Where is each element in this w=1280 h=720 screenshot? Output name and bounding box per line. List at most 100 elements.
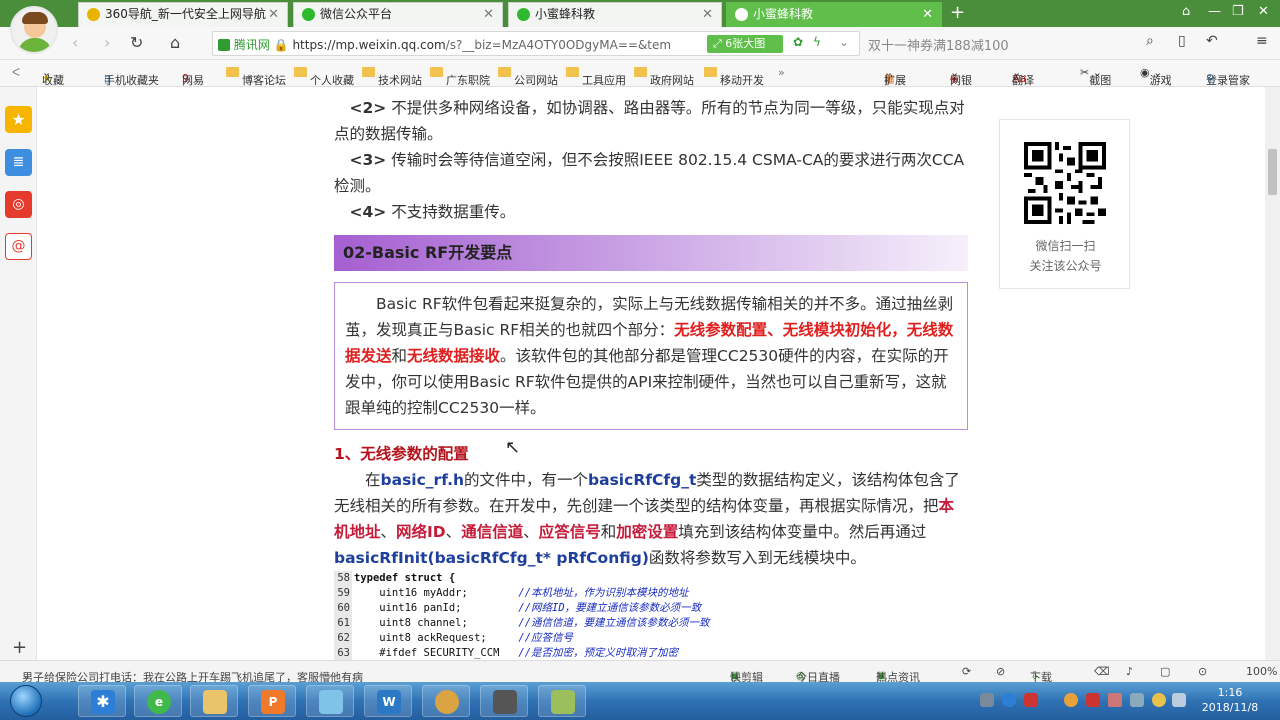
extensions-button[interactable]: ▦ 扩展 ⌄ <box>884 66 906 87</box>
close-icon[interactable]: ✕ <box>702 3 713 26</box>
security-icon[interactable] <box>1086 693 1100 707</box>
taskbar-app[interactable] <box>306 685 354 717</box>
tab-wechat-platform[interactable]: 微信公众平台 ✕ <box>293 2 503 27</box>
bookmark-company[interactable]: 公司网站 <box>498 66 558 87</box>
bookmark-personal[interactable]: 个人收藏 <box>294 66 354 87</box>
tab-xiaomifeng-active[interactable]: 小蜜蜂科教 ✕ <box>726 2 942 27</box>
taskbar-paint[interactable] <box>422 685 470 717</box>
volume-icon[interactable] <box>1172 693 1186 707</box>
presentation-icon: P <box>261 690 285 714</box>
mail-icon[interactable]: @ <box>5 233 32 260</box>
translate-button[interactable]: Aa 翻译 ⌄ <box>1012 66 1034 87</box>
paragraph-3: <3> 传输时会等待信道空闲，但不会按照IEEE 802.15.4 CSMA-C… <box>334 151 965 195</box>
home-icon[interactable]: ⌂ <box>170 33 180 52</box>
window-icon[interactable]: ▢ <box>1160 665 1170 678</box>
ie-icon: e <box>147 690 171 714</box>
tab-360-nav[interactable]: 360导航_新一代安全上网导航 ✕ <box>78 2 288 27</box>
code-line: 60 uint16 panId; //网络ID，要建立通信该参数必须一致 <box>334 601 768 616</box>
close-icon[interactable]: ✕ <box>268 3 279 26</box>
close-icon[interactable]: ✕ <box>483 3 494 26</box>
star-icon[interactable]: ★ <box>5 106 32 133</box>
bookmark-gov[interactable]: 政府网站 <box>634 66 694 87</box>
chrome-icon[interactable] <box>1064 693 1078 707</box>
mouse-cursor-icon: ↖ <box>505 437 521 458</box>
shirt-icon[interactable]: ⌂ <box>1182 4 1190 19</box>
big-image-button[interactable]: ⤢ 6张大图 <box>707 35 783 53</box>
scrollbar-thumb[interactable] <box>1268 149 1277 195</box>
news-icon[interactable]: ≣ <box>5 149 32 176</box>
wechat-icon <box>735 8 748 21</box>
forward-icon[interactable]: › <box>104 33 110 52</box>
code-block: 58 typedef struct { 59 uint16 myAddr; //本… <box>334 571 768 660</box>
menu-icon[interactable]: ≡ <box>1256 33 1268 49</box>
code-line: 59 uint16 myAddr; //本机地址，作为识别本模块的地址 <box>334 586 768 601</box>
bank-button[interactable]: ◈ 网银 ⌄ <box>950 66 972 87</box>
more-bookmarks-icon[interactable]: » <box>778 66 785 79</box>
taskbar-ie[interactable]: e <box>134 685 182 717</box>
lightning-icon[interactable]: ϟ <box>813 35 821 49</box>
minimize-icon[interactable]: — <box>1208 4 1221 19</box>
qr-code-panel: 微信扫一扫 关注该公众号 <box>999 119 1130 289</box>
address-bar: ‹ › ↻ ⌂ 腾讯网 🔒 https://mp.weixin.qq.com/s… <box>0 27 1280 60</box>
paragraph-4: <4> 不支持数据重传。 <box>349 203 516 221</box>
tools-icon[interactable]: ⊘ <box>996 665 1005 678</box>
search-icon[interactable]: ⌕ <box>1146 33 1154 49</box>
refresh-icon[interactable]: ↻ <box>130 33 143 52</box>
new-tab-button[interactable]: + <box>950 3 965 23</box>
bookmark-mobile-dev[interactable]: 移动开发 <box>704 66 764 87</box>
keyboard-icon[interactable] <box>980 693 994 707</box>
bookmark-tech[interactable]: 技术网站 <box>362 66 422 87</box>
bookmark-favorites[interactable]: ★ 收藏 ⌄ <box>42 66 64 87</box>
add-sidebar-icon[interactable]: + <box>12 637 27 658</box>
bookmark-tools[interactable]: 工具应用 <box>566 66 626 87</box>
config-paragraph: 在basic_rf.h的文件中，有一个basicRfCfg_t类型的数据结构定义… <box>334 471 960 567</box>
search-input[interactable]: 双十一神券满188减100 <box>862 31 1172 56</box>
url-field[interactable]: 腾讯网 🔒 https://mp.weixin.qq.com/s?__biz=M… <box>212 31 860 56</box>
taskbar-360-browser[interactable]: ✱ <box>78 685 126 717</box>
vertical-scrollbar[interactable] <box>1265 87 1280 660</box>
zoom-icon[interactable]: ⊙ <box>1198 665 1207 678</box>
lock-icon: 🔒 <box>273 38 289 52</box>
tray-icon[interactable] <box>1108 693 1122 707</box>
back-icon[interactable]: ‹ <box>72 33 78 52</box>
taskbar-ppt[interactable]: P <box>248 685 296 717</box>
undo-icon[interactable]: ↶ <box>1206 33 1218 49</box>
screenshot-button[interactable]: ✂ 截图 ⌄ <box>1080 66 1111 87</box>
summary-box: Basic RF软件包看起来挺复杂的，实际上与无线数据传输相关的并不多。通过抽丝… <box>334 282 968 430</box>
collapse-icon[interactable]: ᐸ <box>12 66 20 79</box>
taskbar-explorer[interactable] <box>190 685 238 717</box>
taskbar-wps[interactable]: W <box>364 685 412 717</box>
taskbar-book[interactable] <box>538 685 586 717</box>
trash-icon[interactable]: ⌫ <box>1094 665 1110 678</box>
bookmark-blog[interactable]: 博客论坛 <box>226 66 286 87</box>
tray-app-icon[interactable] <box>1024 693 1038 707</box>
start-button[interactable] <box>2 682 52 720</box>
browser-tab-bar: 360导航_新一代安全上网导航 ✕ 微信公众平台 ✕ 小蜜蜂科教 ✕ 小蜜蜂科教 ✕ +… <box>0 0 1280 54</box>
games-button[interactable]: ◉ 游戏 ⌄ <box>1140 66 1172 87</box>
section-header: 02-Basic RF开发要点 <box>334 235 968 271</box>
phone-icon[interactable]: ▯ <box>1178 33 1186 49</box>
system-clock[interactable]: 1:16 2018/11/8 <box>1190 685 1270 715</box>
windows-logo-icon <box>10 685 42 717</box>
word-icon: W <box>377 690 401 714</box>
paint-icon <box>435 690 459 714</box>
weibo-icon[interactable]: ◎ <box>5 191 32 218</box>
taskbar-recorder[interactable] <box>480 685 528 717</box>
close-window-icon[interactable]: ✕ <box>1258 4 1269 19</box>
qr-caption-scan: 微信扫一扫 <box>1035 239 1096 253</box>
sound-icon[interactable]: ♪ <box>1126 665 1133 678</box>
chevron-down-icon[interactable]: ⌄ <box>839 35 849 49</box>
wechat-tray-icon[interactable] <box>1152 693 1166 707</box>
help-icon[interactable] <box>1002 693 1016 707</box>
refresh-status-icon[interactable]: ⟳ <box>962 665 971 678</box>
user-avatar[interactable] <box>10 6 58 54</box>
folder-icon <box>203 690 227 714</box>
bookmark-gdzy[interactable]: 广东职院 <box>430 66 490 87</box>
restore-icon[interactable]: ❐ <box>1232 4 1244 19</box>
360-icon <box>87 8 100 21</box>
close-icon[interactable]: ✕ <box>922 3 933 26</box>
network-icon[interactable] <box>1130 693 1144 707</box>
shield-icon[interactable]: ✿ <box>793 35 803 49</box>
zoom-level[interactable]: 100% <box>1246 665 1277 678</box>
tab-xiaomifeng-1[interactable]: 小蜜蜂科教 ✕ <box>508 2 722 27</box>
